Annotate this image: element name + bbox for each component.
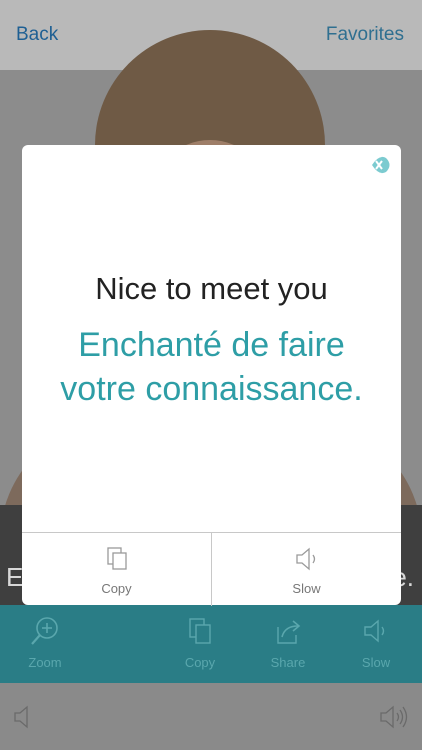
card-copy-button[interactable]: Copy — [22, 545, 211, 596]
zoom-icon — [31, 617, 58, 645]
card-actions: Copy Slow — [22, 532, 401, 606]
audio-bar — [0, 683, 422, 750]
translation-card: Nice to meet you Enchanté de faire votre… — [22, 145, 401, 606]
caption-left-text: E — [6, 562, 24, 592]
back-button[interactable]: Back — [16, 24, 58, 46]
french-line-2: votre connaissance. — [60, 370, 363, 408]
close-icon[interactable] — [367, 154, 391, 176]
toolbar-zoom-button[interactable]: Zoom — [10, 615, 80, 670]
toolbar-share-label: Share — [270, 655, 306, 670]
toolbar-share-button[interactable]: Share — [253, 615, 323, 670]
share-icon — [277, 620, 301, 644]
english-phrase: Nice to meet you — [95, 271, 328, 306]
card-slow-label: Slow — [292, 581, 321, 596]
copy-icon — [106, 547, 127, 570]
speaker-icon — [295, 547, 315, 571]
card-copy-label: Copy — [101, 581, 132, 596]
speaker-left-icon[interactable] — [12, 703, 36, 731]
toolbar-zoom-label: Zoom — [28, 655, 62, 670]
toolbar-copy-button[interactable]: Copy — [165, 615, 235, 670]
top-nav: Back Favorites — [0, 18, 422, 52]
card-slow-button[interactable]: Slow — [212, 545, 401, 596]
french-line-1: Enchanté de faire — [78, 326, 345, 364]
toolbar-slow-label: Slow — [361, 655, 391, 670]
bottom-toolbar: Zoom Copy Share Slow — [0, 605, 422, 683]
french-phrase: Enchanté de faire votre connaissance. — [22, 323, 401, 411]
copy-icon — [189, 618, 211, 644]
speaker-icon — [364, 619, 385, 643]
toolbar-copy-label: Copy — [184, 655, 216, 670]
toolbar-slow-button[interactable]: Slow — [341, 615, 411, 670]
favorites-button[interactable]: Favorites — [326, 24, 404, 46]
speaker-right-icon[interactable] — [378, 703, 410, 731]
